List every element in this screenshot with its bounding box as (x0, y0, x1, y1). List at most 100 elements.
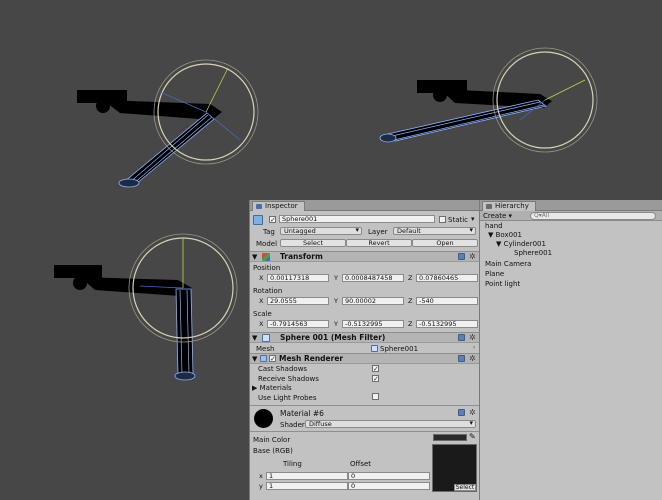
mesh-value[interactable]: Sphere001 (380, 345, 418, 353)
material-preview-sphere (254, 409, 273, 428)
offset-x-input[interactable]: 0 (348, 472, 430, 480)
position-x-input[interactable]: 0.00117318 (267, 274, 329, 282)
mesh-renderer-gear-icon[interactable]: ✲ (469, 355, 476, 363)
tab-hierarchy[interactable]: Hierarchy (482, 201, 536, 211)
base-rgb-label: Base (RGB) (253, 447, 293, 455)
mesh-filter-gear-icon[interactable]: ✲ (469, 334, 476, 342)
model-label: Model (256, 240, 278, 248)
scale-y-label: Y (334, 320, 338, 328)
rotation-x-label: X (259, 297, 264, 305)
tiling-label: Tiling (283, 460, 302, 468)
hand-model-1 (77, 59, 259, 188)
object-name-input[interactable]: Sphere001 (279, 215, 435, 223)
model-open-button[interactable]: Open (412, 239, 478, 247)
scale-z-input[interactable]: -0.5132995 (416, 320, 478, 328)
model-revert-button[interactable]: Revert (346, 239, 412, 247)
tab-inspector[interactable]: Inspector (252, 201, 305, 211)
scale-x-label: X (259, 320, 264, 328)
hierarchy-icon (486, 204, 492, 209)
hierarchy-tabbar: Hierarchy (480, 200, 662, 211)
tag-dropdown[interactable]: Untagged (280, 227, 362, 235)
scale-x-input[interactable]: -0.7914563 (267, 320, 329, 328)
tiling-y-axis: y (259, 482, 263, 490)
mesh-filter-help-icon[interactable] (458, 334, 465, 341)
tag-label: Tag (263, 228, 275, 236)
transform-icon (262, 253, 270, 261)
hierarchy-item-label: Cylinder001 (503, 240, 546, 248)
use-light-probes-label: Use Light Probes (258, 394, 317, 402)
receive-shadows-label: Receive Shadows (258, 375, 319, 383)
mesh-filter-title: Sphere 001 (Mesh Filter) (280, 333, 386, 342)
cast-shadows-checkbox[interactable]: ✓ (372, 365, 379, 373)
hierarchy-item-hand[interactable]: hand (485, 222, 503, 231)
layer-label: Layer (368, 228, 388, 236)
scale-y-input[interactable]: -0.5132995 (342, 320, 404, 328)
divider (250, 405, 479, 406)
hierarchy-item-point-light[interactable]: Point light (485, 280, 520, 289)
transform-gear-icon[interactable]: ✲ (469, 253, 476, 261)
mesh-renderer-title: Mesh Renderer (279, 354, 344, 363)
texture-select-button[interactable]: Select (454, 484, 476, 491)
foldout-arrow-icon[interactable]: ▼ (252, 334, 257, 342)
foldout-arrow-icon[interactable]: ▼ (252, 355, 257, 363)
use-light-probes-checkbox[interactable] (372, 393, 379, 400)
main-color-swatch[interactable] (433, 434, 467, 441)
material-help-icon[interactable] (458, 409, 465, 416)
mesh-renderer-help-icon[interactable] (458, 355, 465, 362)
scale-label: Scale (253, 310, 272, 318)
materials-foldout[interactable]: ▶ Materials (252, 384, 292, 392)
rotation-y-input[interactable]: 90.00002 (342, 297, 404, 305)
hierarchy-item-box001[interactable]: ▼ Box001 (488, 231, 522, 240)
position-x-label: X (259, 274, 264, 282)
transform-help-icon[interactable] (458, 253, 465, 260)
mesh-renderer-header[interactable]: ▼ ✓ Mesh Renderer ✲ (250, 353, 479, 364)
create-label: Create (483, 212, 507, 220)
mesh-picker-icon[interactable]: ◦ (472, 344, 476, 352)
static-checkbox[interactable] (439, 216, 446, 223)
active-checkbox[interactable]: ✓ (269, 216, 276, 224)
rotation-z-label: Z (408, 297, 413, 305)
shader-dropdown[interactable]: Diffuse (305, 420, 476, 428)
offset-label: Offset (350, 460, 372, 468)
foldout-arrow-icon[interactable]: ▼ (252, 253, 257, 261)
layer-dropdown[interactable]: Default (393, 227, 476, 235)
static-label: Static (448, 216, 469, 224)
create-dropdown[interactable]: Create ▾ (483, 212, 512, 220)
position-y-input[interactable]: 0.0008487458 (342, 274, 404, 282)
mesh-label: Mesh (256, 345, 275, 353)
tab-hierarchy-label: Hierarchy (495, 202, 529, 210)
hierarchy-item-cylinder001[interactable]: ▼ Cylinder001 (496, 240, 546, 249)
hierarchy-item-plane[interactable]: Plane (485, 270, 504, 279)
texture-slot[interactable]: Select (432, 444, 477, 492)
receive-shadows-checkbox[interactable]: ✓ (372, 375, 379, 383)
rotation-x-input[interactable]: 29.0555 (267, 297, 329, 305)
cube-icon (253, 215, 263, 225)
rotation-label: Rotation (253, 287, 283, 295)
transform-header[interactable]: ▼ Transform ✲ (250, 251, 479, 262)
tab-inspector-label: Inspector (265, 202, 298, 210)
position-z-input[interactable]: 0.07860465 (416, 274, 478, 282)
position-y-label: Y (334, 274, 338, 282)
hierarchy-panel: Hierarchy Create ▾ Q▾All hand ▼ Box001 ▼… (479, 200, 662, 500)
mesh-renderer-enabled-checkbox[interactable]: ✓ (269, 355, 276, 363)
main-color-label: Main Color (253, 436, 291, 444)
inspector-tabbar: Inspector (250, 200, 479, 211)
cast-shadows-label: Cast Shadows (258, 365, 308, 373)
tiling-y-input[interactable]: 1 (266, 482, 348, 490)
scale-z-label: Z (408, 320, 413, 328)
mesh-filter-header[interactable]: ▼ Sphere 001 (Mesh Filter) ✲ (250, 332, 479, 343)
materials-label: Materials (259, 384, 292, 392)
model-select-button[interactable]: Select (280, 239, 346, 247)
hierarchy-search-input[interactable]: Q▾All (530, 212, 656, 220)
offset-y-input[interactable]: 0 (348, 482, 430, 490)
eyedropper-icon[interactable]: ✎ (469, 433, 476, 441)
hierarchy-item-main-camera[interactable]: Main Camera (485, 260, 531, 269)
static-dropdown-icon[interactable]: ▾ (471, 215, 475, 223)
material-gear-icon[interactable]: ✲ (469, 409, 476, 417)
rotation-z-input[interactable]: -540 (416, 297, 478, 305)
hierarchy-item-sphere001[interactable]: Sphere001 (514, 249, 552, 258)
hand-model-2 (379, 47, 598, 153)
tiling-x-input[interactable]: 1 (266, 472, 348, 480)
hierarchy-toolbar: Create ▾ Q▾All (480, 211, 662, 221)
mesh-asset-icon (371, 345, 378, 352)
